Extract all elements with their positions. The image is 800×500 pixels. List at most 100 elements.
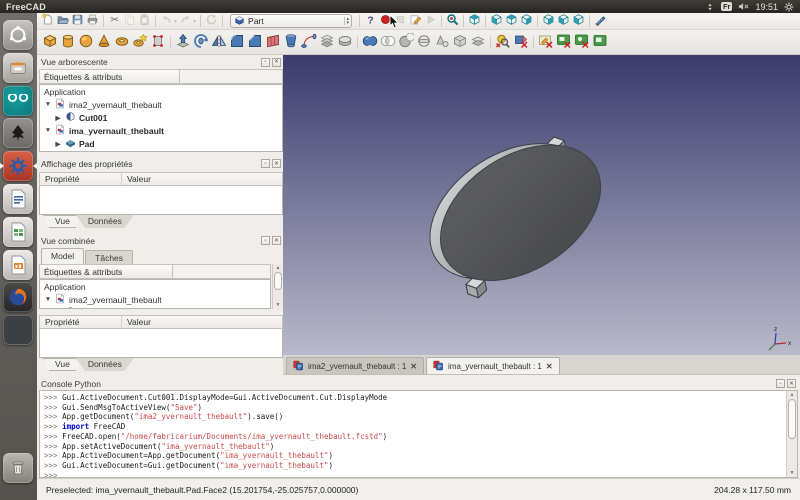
tree-root[interactable]: Application (40, 280, 270, 293)
bool-cut-button[interactable] (397, 31, 415, 53)
document-tab[interactable]: ima_yvernault_thebault : 1✕ (426, 357, 560, 374)
inkscape-icon[interactable] (3, 118, 33, 148)
view-axonometric-button[interactable] (467, 13, 482, 29)
part-loft-button[interactable] (282, 31, 300, 53)
column-valeur[interactable]: Valeur (122, 174, 151, 184)
column-propriete[interactable]: Propriété (40, 173, 122, 185)
redo-button[interactable]: ▾ (178, 13, 197, 29)
tree-root[interactable]: Application (40, 85, 282, 98)
tree-item[interactable]: ▶Cut001 (40, 306, 270, 309)
combo-properties-body[interactable] (39, 329, 283, 358)
view-rear-button[interactable] (541, 13, 556, 29)
close-button[interactable]: ✕ (272, 159, 281, 168)
firefox-icon[interactable] (3, 282, 33, 312)
copy-button[interactable] (122, 13, 137, 29)
column-valeur[interactable]: Valeur (122, 317, 151, 327)
part-shell-button[interactable] (469, 31, 487, 53)
part-chamfer-button[interactable] (246, 31, 264, 53)
refresh-button[interactable] (204, 13, 219, 29)
view-top-button[interactable] (504, 13, 519, 29)
console-output[interactable]: >>> Gui.ActiveDocument.Cut001.DisplayMod… (39, 390, 798, 478)
flag-x-2-button[interactable] (573, 31, 591, 53)
combo-spinner[interactable]: ▴▾ (344, 17, 350, 25)
column-header-labels[interactable]: Étiquettes & attributs (40, 70, 180, 83)
part-cylinder-button[interactable] (59, 31, 77, 53)
close-button[interactable]: ✕ (272, 236, 281, 245)
flag-ok-button[interactable] (591, 31, 609, 53)
tab-close-button[interactable]: ✕ (410, 362, 417, 371)
fit-all-button[interactable] (445, 13, 460, 29)
libreoffice-writer-icon[interactable] (3, 184, 33, 214)
tab-taches[interactable]: Tâches (85, 250, 133, 264)
keyboard-indicator[interactable]: Fr (721, 2, 733, 11)
bool-section-button[interactable] (415, 31, 433, 53)
freecad-icon[interactable] (3, 151, 33, 181)
dark-slot[interactable] (3, 315, 33, 345)
cut-button[interactable]: ✂ (107, 13, 122, 29)
part-thickness-button[interactable] (336, 31, 354, 53)
part-box-button[interactable] (41, 31, 59, 53)
part-extrude-button[interactable] (174, 31, 192, 53)
libreoffice-calc-icon[interactable] (3, 217, 33, 247)
session-gear-icon[interactable] (784, 2, 794, 12)
close-button[interactable]: ✕ (787, 379, 796, 388)
view-bottom-button[interactable] (556, 13, 571, 29)
part-sweep-button[interactable] (300, 31, 318, 53)
tree-view-header[interactable]: Étiquettes & attributs (39, 69, 283, 84)
part-primitives-button[interactable] (131, 31, 149, 53)
part-shapebuilder-button[interactable] (149, 31, 167, 53)
float-button[interactable]: ▫ (261, 58, 270, 67)
run-macro-button[interactable] (423, 13, 438, 29)
part-mirror-button[interactable] (210, 31, 228, 53)
open-folder-button[interactable] (55, 13, 70, 29)
combo-tree-header[interactable]: Étiquettes & attributs (39, 264, 271, 279)
help-button[interactable]: ? (363, 13, 378, 29)
flag-x-1-button[interactable] (555, 31, 573, 53)
document-tab[interactable]: ima2_yvernault_thebault : 1✕ (286, 357, 424, 374)
float-button[interactable]: ▫ (261, 159, 270, 168)
tab-donnees[interactable]: Données (76, 215, 134, 228)
float-button[interactable]: ▫ (776, 379, 785, 388)
console-scrollbar[interactable]: ▲ ▼ (786, 391, 797, 477)
tab-model[interactable]: Model (41, 248, 84, 264)
tab-close-button[interactable]: ✕ (546, 362, 553, 371)
part-solid-button[interactable] (451, 31, 469, 53)
new-file-button[interactable] (40, 13, 55, 29)
combo-tree-scrollbar[interactable]: ▲ ▼ (272, 264, 283, 309)
part-fillet-button[interactable] (228, 31, 246, 53)
libreoffice-impress-icon[interactable] (3, 250, 33, 280)
defeaturing-button[interactable] (512, 31, 530, 53)
properties-body[interactable] (39, 186, 283, 215)
text-entry-indicator-icon[interactable] (705, 2, 715, 12)
edit-macro-button[interactable] (408, 13, 423, 29)
3d-viewport[interactable]: x z (283, 55, 800, 355)
tree-item[interactable]: ▼ima2_yvernault_thebault (40, 98, 282, 111)
tab-vue[interactable]: Vue (43, 215, 82, 228)
part-torus-button[interactable] (113, 31, 131, 53)
undo-button[interactable]: ▾ (159, 13, 178, 29)
dash-home-icon[interactable] (3, 20, 33, 50)
file-manager-icon[interactable] (3, 53, 33, 83)
tab-donnees[interactable]: Données (76, 358, 134, 371)
view-left-button[interactable] (571, 13, 586, 29)
part-compound-button[interactable] (433, 31, 451, 53)
tree-item[interactable]: ▼ima_yvernault_thebault (40, 124, 282, 137)
workbench-selector[interactable]: Part▴▾ (230, 14, 352, 28)
tree-item[interactable]: ▶Pad (40, 137, 282, 150)
sketch-x-button[interactable] (537, 31, 555, 53)
arduino-icon[interactable] (3, 86, 33, 116)
bool-union-button[interactable] (361, 31, 379, 53)
measure-button[interactable] (593, 13, 608, 29)
check-geometry-button[interactable] (494, 31, 512, 53)
volume-muted-icon[interactable] (738, 2, 749, 11)
trash-icon[interactable] (3, 453, 33, 483)
print-button[interactable] (85, 13, 100, 29)
close-button[interactable]: ✕ (272, 58, 281, 67)
clock[interactable]: 19:51 (755, 2, 778, 12)
tree-item[interactable]: ▼ima2_yvernault_thebault (40, 293, 270, 306)
column-header-labels[interactable]: Étiquettes & attributs (40, 265, 173, 278)
view-right-button[interactable] (519, 13, 534, 29)
paste-button[interactable] (137, 13, 152, 29)
part-offset-button[interactable] (318, 31, 336, 53)
part-ruled-button[interactable] (264, 31, 282, 53)
